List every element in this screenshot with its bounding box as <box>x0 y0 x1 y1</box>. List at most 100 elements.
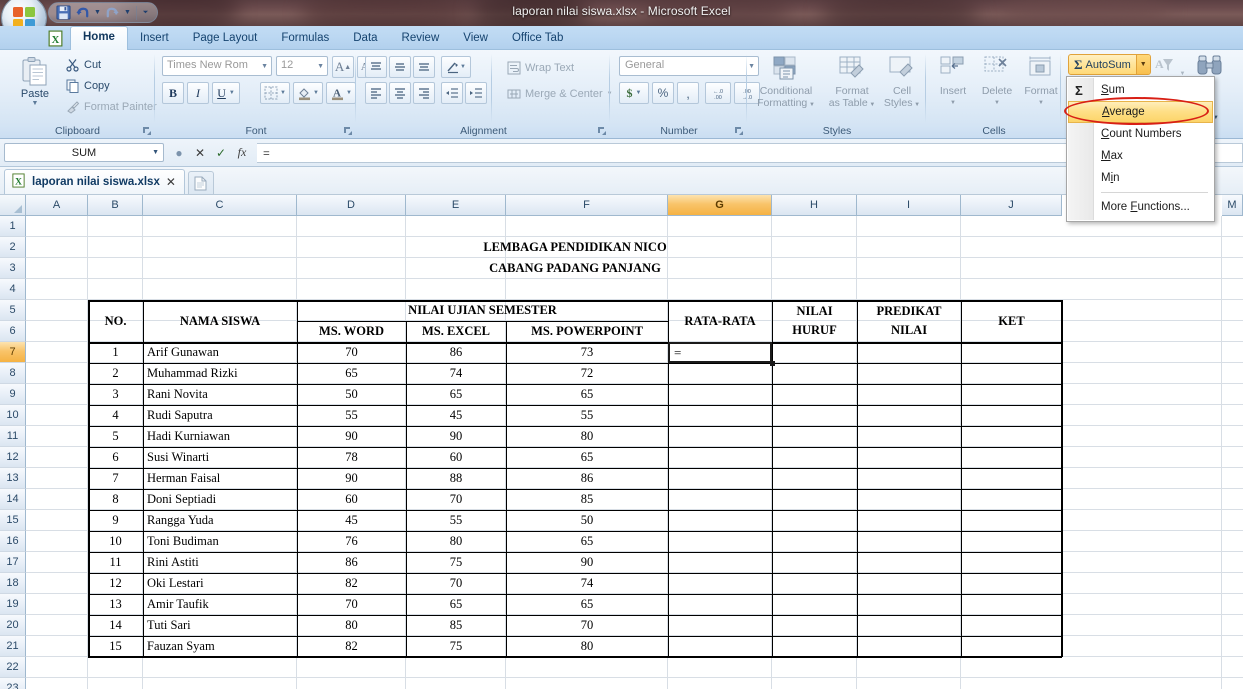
orientation-button[interactable]: ▼ <box>441 56 471 78</box>
cell-styles-button[interactable]: Cell Styles ▼ <box>878 54 926 111</box>
row-header-11[interactable]: 11 <box>0 426 26 447</box>
row-header-15[interactable]: 15 <box>0 510 26 531</box>
column-header-f[interactable]: F <box>506 195 668 216</box>
row-header-4[interactable]: 4 <box>0 279 26 300</box>
undo-icon[interactable] <box>74 4 91 21</box>
name-box[interactable]: SUM ▼ <box>4 143 164 162</box>
number-format-input[interactable]: General ▼ <box>619 56 759 76</box>
insert-cells-button[interactable]: Insert ▼ <box>931 54 975 109</box>
italic-button[interactable]: I <box>187 82 209 104</box>
column-header-m[interactable]: M <box>1222 195 1243 216</box>
cancel-entry-button[interactable]: ✕ <box>193 146 207 160</box>
column-header-i[interactable]: I <box>857 195 961 216</box>
cut-button[interactable]: Cut <box>62 56 160 73</box>
row-header-6[interactable]: 6 <box>0 321 26 342</box>
new-document-tab-button[interactable] <box>187 171 214 194</box>
active-cell-g7[interactable]: = <box>668 342 772 363</box>
fill-handle[interactable] <box>770 361 775 366</box>
fill-color-button[interactable]: ▼ <box>293 82 323 104</box>
undo-dropdown-icon[interactable]: ▼ <box>93 9 102 16</box>
row-header-7[interactable]: 7 <box>0 342 26 363</box>
autosum-main[interactable]: Σ AutoSum <box>1069 55 1136 74</box>
row-header-12[interactable]: 12 <box>0 447 26 468</box>
delete-cells-button[interactable]: Delete ▼ <box>975 54 1019 109</box>
increase-indent-button[interactable] <box>465 82 487 104</box>
tab-view[interactable]: View <box>451 28 500 50</box>
tab-formulas[interactable]: Formulas <box>269 28 341 50</box>
autosum-dropdown-icon[interactable]: ▼ <box>1135 55 1150 74</box>
row-header-20[interactable]: 20 <box>0 615 26 636</box>
tab-insert[interactable]: Insert <box>128 28 181 50</box>
tab-data[interactable]: Data <box>341 28 389 50</box>
paste-button[interactable]: Paste ▼ <box>8 54 62 107</box>
tab-page-layout[interactable]: Page Layout <box>181 28 270 50</box>
menu-item-min[interactable]: Min <box>1067 167 1214 189</box>
font-color-button[interactable]: A ▼ <box>326 82 356 104</box>
insert-function-button[interactable]: fx <box>235 145 249 160</box>
menu-item-more-functions[interactable]: More Functions... <box>1067 196 1214 218</box>
font-dialog-launcher-icon[interactable] <box>342 125 353 136</box>
increase-decimal-button[interactable]: ←.0.00 <box>705 82 731 104</box>
row-header-14[interactable]: 14 <box>0 489 26 510</box>
redo-dropdown-icon[interactable]: ▼ <box>123 9 132 16</box>
autosum-dropdown-menu[interactable]: Σ Sum Average Count Numbers Max Min More… <box>1064 76 1215 222</box>
row-header-22[interactable]: 22 <box>0 657 26 678</box>
conditional-formatting-button[interactable]: Conditional Formatting ▼ <box>750 54 822 111</box>
column-header-d[interactable]: D <box>297 195 406 216</box>
row-header-13[interactable]: 13 <box>0 468 26 489</box>
row-header-5[interactable]: 5 <box>0 300 26 321</box>
decrease-indent-button[interactable] <box>441 82 463 104</box>
grow-font-button[interactable]: A ▲ <box>332 56 354 78</box>
row-header-3[interactable]: 3 <box>0 258 26 279</box>
menu-item-sum[interactable]: Σ Sum <box>1067 79 1214 101</box>
clipboard-dialog-launcher-icon[interactable] <box>141 125 152 136</box>
column-header-j[interactable]: J <box>961 195 1062 216</box>
column-header-c[interactable]: C <box>143 195 297 216</box>
name-box-dropdown-icon[interactable]: ▼ <box>152 149 159 156</box>
row-header-23[interactable]: 23 <box>0 678 26 689</box>
cell-canvas[interactable]: LEMBAGA PENDIDIKAN NICO CABANG PADANG PAN… <box>26 216 1243 689</box>
align-right-button[interactable] <box>413 82 435 104</box>
font-name-dropdown-icon[interactable]: ▼ <box>261 63 268 70</box>
tab-review[interactable]: Review <box>390 28 452 50</box>
confirm-entry-button[interactable]: ✓ <box>214 146 228 160</box>
currency-button[interactable]: $ ▼ <box>619 82 649 104</box>
column-header-h[interactable]: H <box>772 195 857 216</box>
align-center-button[interactable] <box>389 82 411 104</box>
percent-style-button[interactable]: % <box>652 82 674 104</box>
borders-button[interactable]: ▼ <box>260 82 290 104</box>
row-header-17[interactable]: 17 <box>0 552 26 573</box>
bold-button[interactable]: B <box>162 82 184 104</box>
number-dialog-launcher-icon[interactable] <box>733 125 744 136</box>
row-header-10[interactable]: 10 <box>0 405 26 426</box>
menu-item-max[interactable]: Max <box>1067 145 1214 167</box>
spreadsheet-grid[interactable]: ABCDEFGHIJM 1 2 3 4 5 6 7 8 9 10 11 12 13 14 15 16 17 18 1… <box>0 195 1243 689</box>
format-as-table-button[interactable]: Format as Table ▼ <box>824 54 880 111</box>
wrap-text-button[interactable]: Wrap Text <box>503 59 577 76</box>
tab-home[interactable]: Home <box>70 26 128 50</box>
customize-qat-icon[interactable]: ⏷ <box>141 9 150 17</box>
align-middle-button[interactable] <box>389 56 411 78</box>
comma-style-button[interactable]: , <box>677 82 699 104</box>
select-all-corner[interactable] <box>0 195 26 216</box>
font-name-input[interactable]: Times New Rom ▼ <box>162 56 272 76</box>
underline-button[interactable]: U ▼ <box>212 82 240 104</box>
close-document-tab-icon[interactable]: ✕ <box>166 175 176 189</box>
row-header-21[interactable]: 21 <box>0 636 26 657</box>
autosum-button[interactable]: Σ AutoSum ▼ <box>1068 54 1151 75</box>
format-painter-button[interactable]: Format Painter <box>62 98 160 115</box>
alignment-dialog-launcher-icon[interactable] <box>596 125 607 136</box>
row-header-2[interactable]: 2 <box>0 237 26 258</box>
align-bottom-button[interactable] <box>413 56 435 78</box>
column-header-g[interactable]: G <box>668 195 772 216</box>
column-header-b[interactable]: B <box>88 195 143 216</box>
font-size-dropdown-icon[interactable]: ▼ <box>317 63 324 70</box>
paste-dropdown-icon[interactable]: ▼ <box>8 100 62 107</box>
format-cells-button[interactable]: Format ▼ <box>1019 54 1063 109</box>
row-header-19[interactable]: 19 <box>0 594 26 615</box>
copy-button[interactable]: Copy <box>62 77 160 94</box>
align-left-button[interactable] <box>365 82 387 104</box>
row-header-9[interactable]: 9 <box>0 384 26 405</box>
save-icon[interactable] <box>55 4 72 21</box>
column-header-e[interactable]: E <box>406 195 506 216</box>
